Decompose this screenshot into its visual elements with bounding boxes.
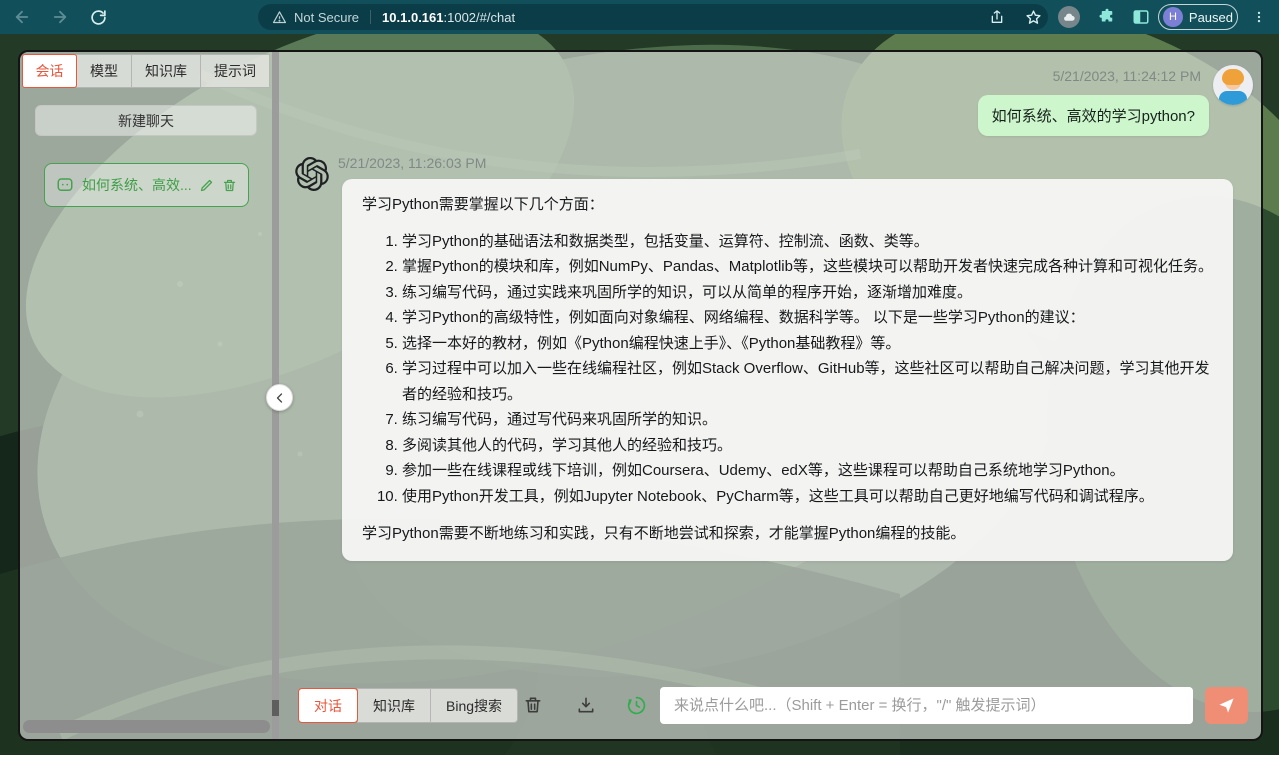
address-divider	[370, 10, 371, 24]
back-icon[interactable]	[10, 5, 34, 29]
assistant-list-item: 学习过程中可以加入一些在线编程社区，例如Stack Overflow、GitHu…	[402, 356, 1213, 407]
menu-dots-icon[interactable]	[1248, 6, 1270, 28]
url-path: :1002/#/chat	[444, 10, 516, 25]
user-message-timestamp: 5/21/2023, 11:24:12 PM	[1053, 68, 1201, 84]
assistant-list-item: 练习编写代码，通过写代码来巩固所学的知识。	[402, 407, 1213, 433]
assistant-message-timestamp: 5/21/2023, 11:26:03 PM	[338, 155, 486, 171]
assistant-intro: 学习Python需要掌握以下几个方面：	[362, 192, 1213, 218]
web-page: 会话 模型 知识库 提示词 新建聊天 如何系统、高效...	[0, 34, 1279, 755]
assistant-message-bubble: 学习Python需要掌握以下几个方面： 学习Python的基础语法和数据类型，包…	[342, 179, 1233, 561]
openai-logo-icon	[295, 157, 329, 191]
side-panel-icon[interactable]	[1130, 6, 1152, 28]
new-chat-button[interactable]: 新建聊天	[35, 105, 257, 136]
profile-pill[interactable]: H Paused	[1158, 4, 1238, 30]
profile-status: Paused	[1189, 10, 1233, 25]
tab-prompts[interactable]: 提示词	[200, 54, 270, 88]
assistant-list-item: 练习编写代码，通过实践来巩固所学的知识，可以从简单的程序开始，逐渐增加难度。	[402, 280, 1213, 306]
user-avatar	[1213, 65, 1253, 105]
mode-tab-chat[interactable]: 对话	[298, 688, 358, 723]
tab-conversations[interactable]: 会话	[22, 54, 77, 88]
assistant-list: 学习Python的基础语法和数据类型，包括变量、运算符、控制流、函数、类等。掌握…	[362, 229, 1213, 510]
assistant-list-item: 参加一些在线课程或线下培训，例如Coursera、Udemy、edX等，这些课程…	[402, 458, 1213, 484]
assistant-list-item: 选择一本好的教材，例如《Python编程快速上手》、《Python基础教程》等。	[402, 331, 1213, 357]
tab-models[interactable]: 模型	[76, 54, 132, 88]
chat-main-area: 5/21/2023, 11:24:12 PM 如何系统、高效的学习python?…	[279, 52, 1263, 739]
extensions-puzzle-icon[interactable]	[1096, 6, 1118, 28]
export-download-icon[interactable]	[573, 692, 599, 718]
message-input[interactable]	[660, 687, 1193, 724]
reload-icon[interactable]	[86, 5, 110, 29]
assistant-outro: 学习Python需要不断地练习和实践，只有不断地尝试和探索，才能掌握Python…	[362, 521, 1213, 547]
assistant-list-item: 掌握Python的模块和库，例如NumPy、Pandas、Matplotlib等…	[402, 254, 1213, 280]
sidebar-collapse-button[interactable]	[266, 384, 293, 411]
sidebar: 会话 模型 知识库 提示词 新建聊天 如何系统、高效...	[20, 52, 272, 739]
url-host: 10.1.0.161	[382, 10, 443, 25]
input-mode-tabs: 对话 知识库 Bing搜索	[298, 688, 518, 723]
security-label: Not Secure	[294, 10, 359, 25]
extension-cloud-icon[interactable]	[1058, 6, 1080, 28]
browser-toolbar: Not Secure 10.1.0.161:1002/#/chat H Paus…	[0, 0, 1279, 34]
warning-triangle-icon	[272, 10, 287, 25]
profile-avatar: H	[1163, 7, 1183, 27]
assistant-list-item: 使用Python开发工具，例如Jupyter Notebook、PyCharm等…	[402, 484, 1213, 510]
chat-app-window: 会话 模型 知识库 提示词 新建聊天 如何系统、高效...	[18, 50, 1263, 741]
tab-knowledge-base[interactable]: 知识库	[131, 54, 201, 88]
sidebar-horizontal-scrollbar[interactable]	[23, 720, 270, 733]
mode-tab-bing-search[interactable]: Bing搜索	[430, 688, 518, 723]
assistant-list-item: 学习Python的高级特性，例如面向对象编程、网络编程、数据科学等。 以下是一些…	[402, 305, 1213, 331]
share-icon[interactable]	[986, 6, 1008, 28]
clear-trash-icon[interactable]	[520, 692, 546, 718]
conversation-title: 如何系统、高效...	[82, 175, 191, 195]
mode-tab-knowledge-base[interactable]: 知识库	[357, 688, 431, 723]
forward-icon[interactable]	[48, 5, 72, 29]
address-bar[interactable]: Not Secure 10.1.0.161:1002/#/chat	[258, 4, 1048, 30]
user-message-bubble: 如何系统、高效的学习python?	[978, 95, 1209, 136]
edit-pencil-icon[interactable]	[199, 178, 214, 193]
sidebar-scrollbar-thumb[interactable]	[272, 700, 279, 716]
message-bubble-icon	[56, 176, 74, 194]
send-button[interactable]	[1205, 687, 1248, 724]
assistant-list-item: 多阅读其他人的代码，学习其他人的经验和技巧。	[402, 433, 1213, 459]
sidebar-tabs: 会话 模型 知识库 提示词	[22, 54, 272, 88]
assistant-list-item: 学习Python的基础语法和数据类型，包括变量、运算符、控制流、函数、类等。	[402, 229, 1213, 255]
bookmark-star-icon[interactable]	[1022, 6, 1044, 28]
delete-trash-icon[interactable]	[222, 178, 237, 193]
history-clock-icon[interactable]	[623, 692, 649, 718]
conversation-item[interactable]: 如何系统、高效...	[44, 163, 249, 207]
